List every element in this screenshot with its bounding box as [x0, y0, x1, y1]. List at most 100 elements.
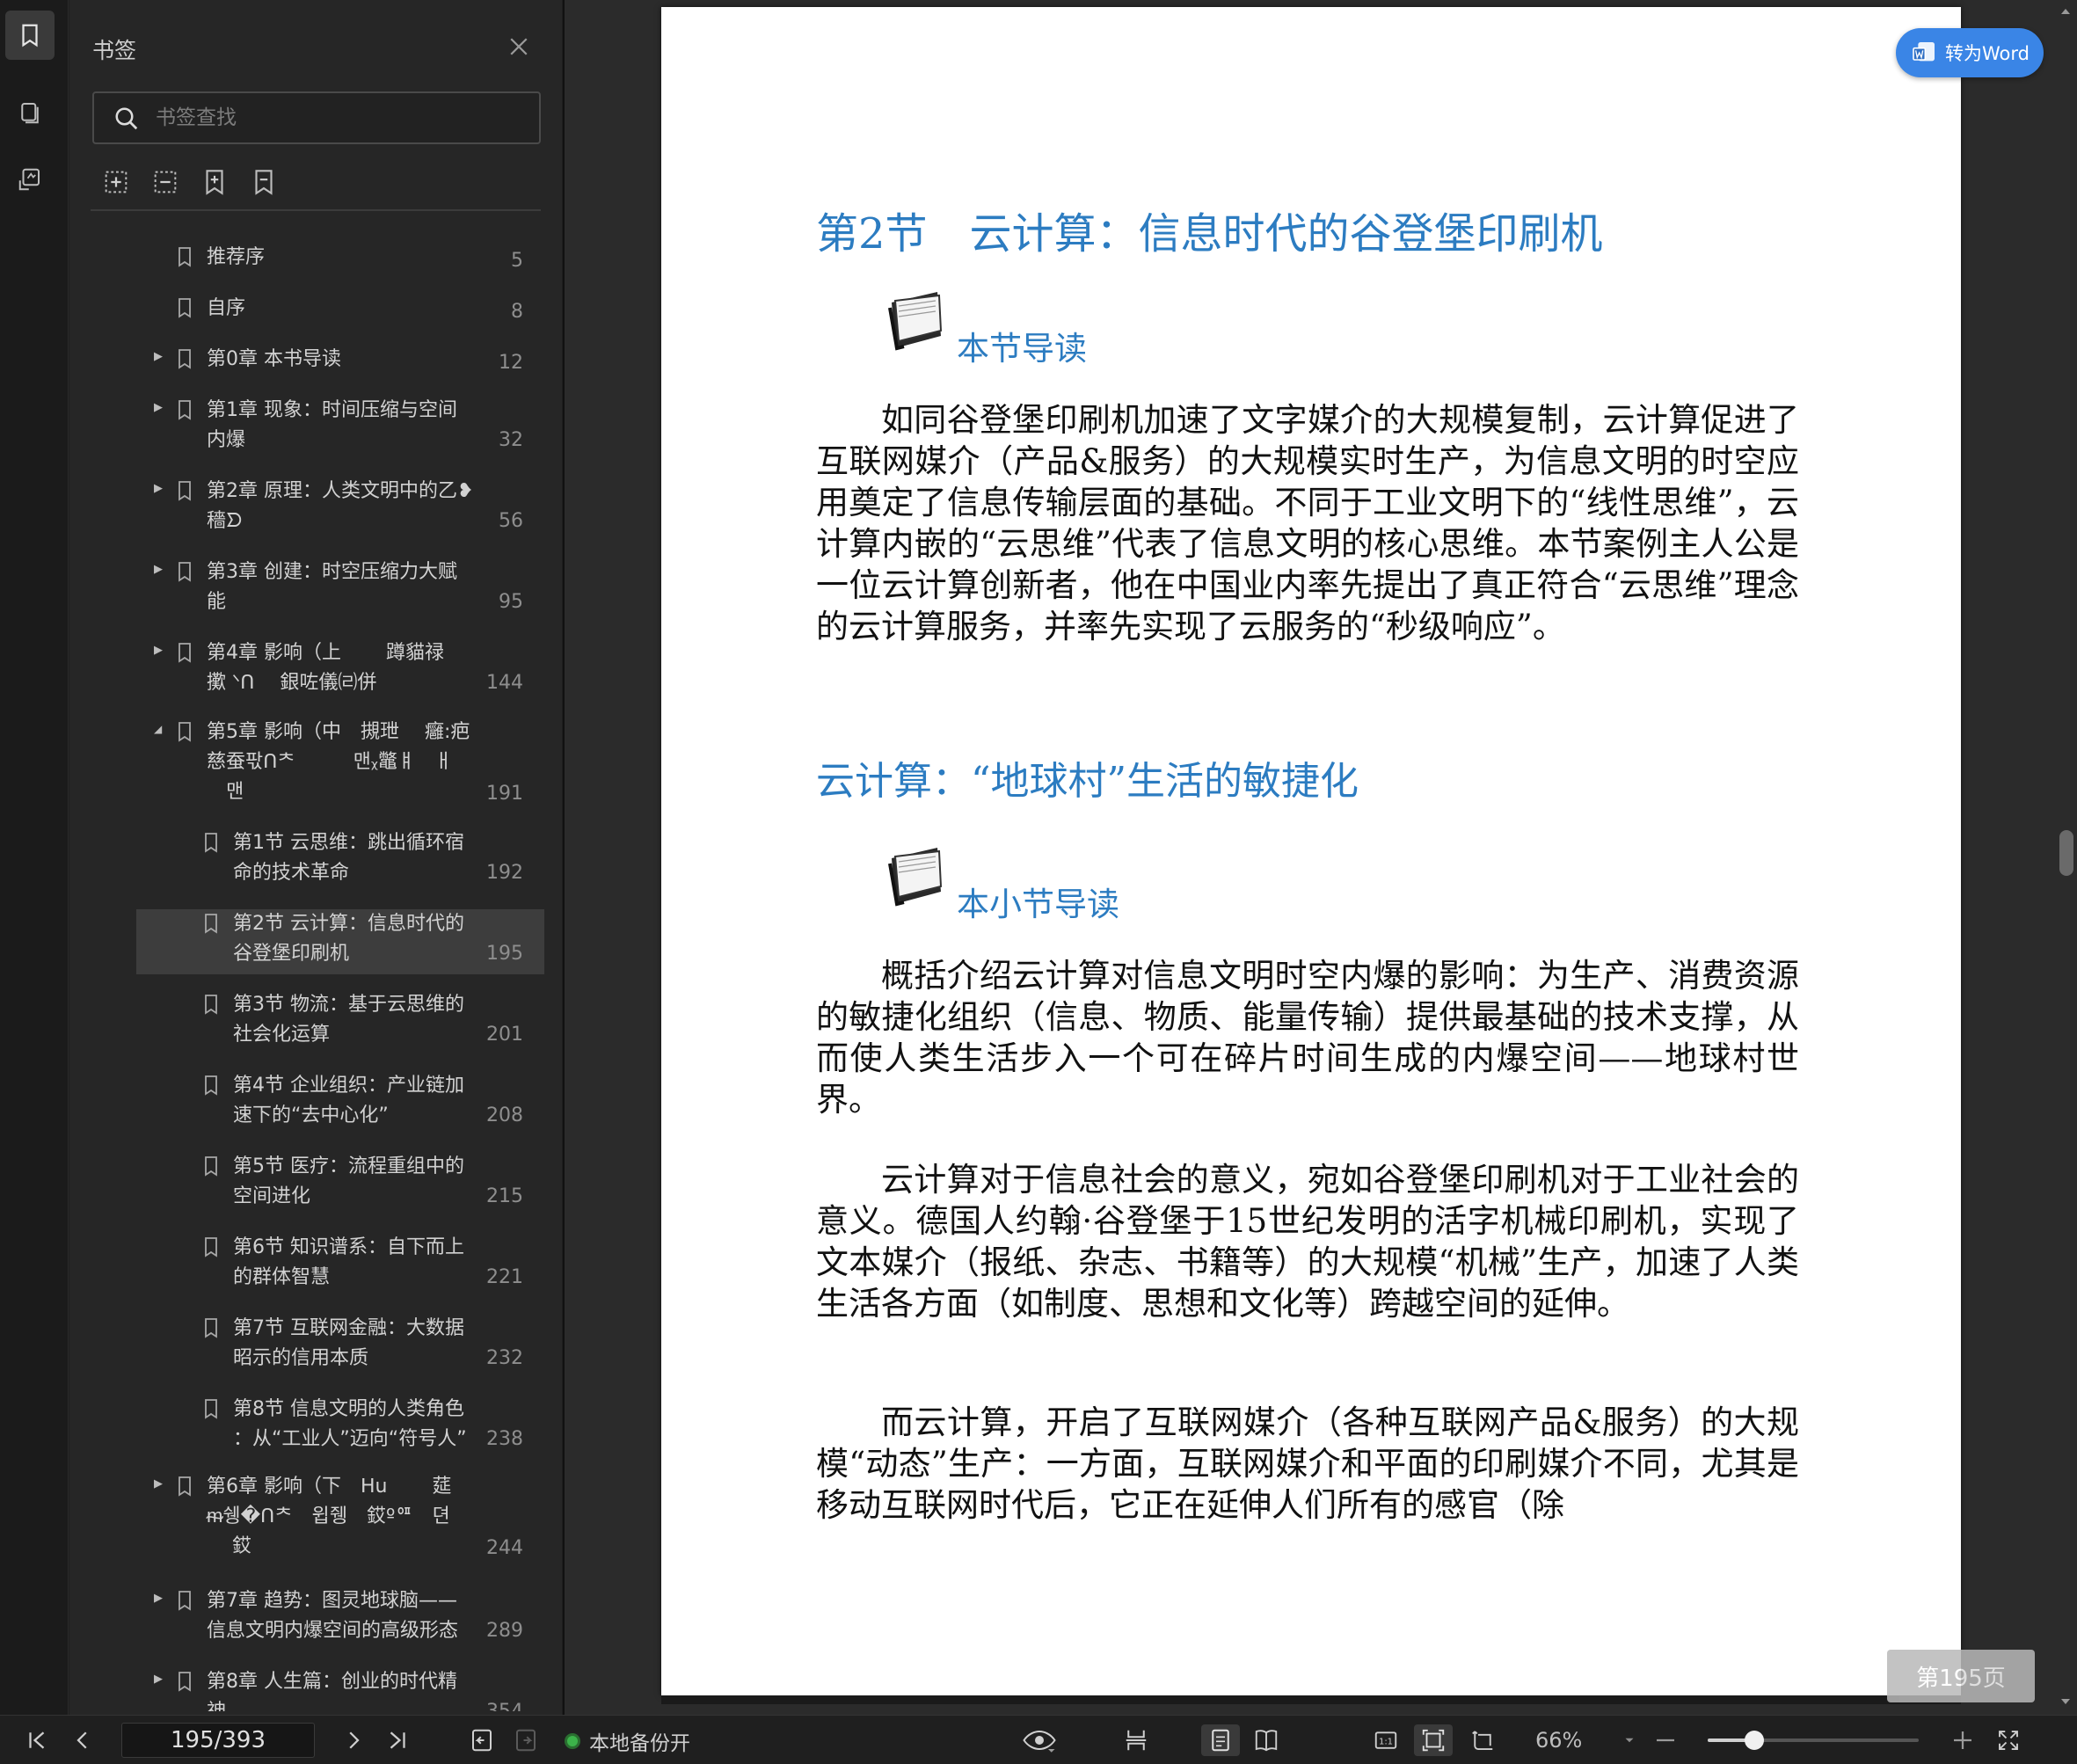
- bookmark-item[interactable]: 第3节 物流：基于云思维的 社会化运算 201: [69, 990, 544, 1055]
- thumbnail-tab-icon[interactable]: [5, 88, 55, 137]
- expand-all-icon[interactable]: [101, 167, 131, 197]
- single-page-icon[interactable]: [1201, 1724, 1240, 1756]
- bookmark-item[interactable]: ▶ 第2章 原理：人类文明中的乙❥ 穡ᗤ 56: [69, 477, 544, 542]
- bookmark-item[interactable]: ▶ 第7章 趋势：图灵地球脑—— 信息文明内爆空间的高级形态 289: [69, 1586, 544, 1651]
- bookmark-flag-icon: [203, 1155, 219, 1177]
- add-bookmark-icon[interactable]: [200, 167, 230, 197]
- scroll-down-icon[interactable]: [2059, 1695, 2072, 1708]
- bookmark-label: 第3节 物流：基于云思维的 社会化运算: [233, 994, 464, 1046]
- convert-to-word-button[interactable]: 转为Word: [1896, 28, 2044, 77]
- collapsed-caret-icon[interactable]: ▶: [154, 1592, 166, 1606]
- bookmark-item[interactable]: 第1节 云思维：跳出循环宿 命的技术革命 192: [69, 828, 544, 893]
- collapsed-caret-icon[interactable]: ▶: [154, 482, 166, 496]
- document-scrollbar[interactable]: [2054, 0, 2077, 1715]
- bookmark-search[interactable]: [92, 91, 541, 144]
- bookmark-label: 第8节 信息文明的人类角色 ：从“工业人”迈向“符号人”: [233, 1398, 467, 1450]
- fit-width-icon[interactable]: [1463, 1724, 1502, 1756]
- fullscreen-icon[interactable]: [1991, 1724, 2026, 1756]
- bookmark-flag-icon: [177, 721, 193, 742]
- bookmark-flag-icon: [177, 642, 193, 663]
- close-icon[interactable]: [506, 33, 532, 60]
- continuous-scroll-icon[interactable]: [1117, 1724, 1155, 1756]
- expanded-caret-icon[interactable]: ◢: [154, 723, 166, 737]
- bookmark-item[interactable]: ▶ 第3章 创建：时空压缩力大赋 能 95: [69, 558, 544, 623]
- document-page: 第2节 云计算：信息时代的谷登堡印刷机 本节导读 如同谷登堡印刷机加速了文字媒介…: [661, 7, 1961, 1695]
- bookmark-tab-icon[interactable]: [5, 11, 55, 60]
- bookmark-item[interactable]: ◢ 第5章 影响（中 摫玴 癰:疤 慈蚕팏ᑎᄎ 맨ᵪ鼈ㅒ ㅐ 맨 191: [69, 718, 544, 814]
- paragraph-2: 概括介绍云计算对信息文明时空内爆的影响：为生产、消费资源的敏捷化组织（信息、物质…: [816, 957, 1799, 1119]
- bookmark-label: 第7节 互联网金融：大数据 昭示的信用本质: [233, 1317, 464, 1369]
- bookmark-item[interactable]: 第8节 信息文明的人类角色 ：从“工业人”迈向“符号人” 238: [69, 1395, 544, 1460]
- bookmark-label: 第1节 云思维：跳出循环宿 命的技术革命: [233, 832, 464, 884]
- left-rail: [0, 0, 69, 1715]
- zoom-in-icon[interactable]: [1945, 1724, 1980, 1756]
- page-number-input[interactable]: 195/393: [121, 1723, 315, 1758]
- bookmark-label: 第4节 企业组织：产业链加 速下的“去中心化”: [233, 1075, 464, 1126]
- bookmark-item[interactable]: 推荐序 5: [69, 243, 544, 281]
- collapsed-caret-icon[interactable]: ▶: [154, 350, 166, 364]
- bookmark-item[interactable]: ▶ 第6章 影响（下 ᕼu 莚 ᵯ쉥�ᑎᄎ 윕쥉 銰ºᅋ 뎐 銰 244: [69, 1472, 544, 1569]
- zoom-slider[interactable]: [1708, 1731, 1919, 1750]
- bookmark-page-number: 8: [511, 301, 523, 323]
- bookmark-item[interactable]: ▶ 第4章 影响（上 蹲貓禄 擹 ᐠᑎ 銀咗儀㈃併 144: [69, 638, 544, 703]
- bookmark-item[interactable]: 第2节 云计算：信息时代的 谷登堡印刷机 195: [136, 909, 544, 974]
- page-badge: 第195页: [1887, 1650, 2035, 1702]
- search-input[interactable]: [156, 100, 525, 135]
- zoom-slider-knob[interactable]: [1744, 1731, 1764, 1750]
- eye-care-icon[interactable]: [1013, 1724, 1066, 1756]
- zoom-dropdown-icon[interactable]: [1616, 1724, 1643, 1756]
- next-page-icon[interactable]: [338, 1724, 369, 1756]
- bookmark-page-number: 201: [486, 1024, 523, 1046]
- bookmark-page-number: 221: [486, 1266, 523, 1288]
- bookmark-label: 第7章 趋势：图灵地球脑—— 信息文明内爆空间的高级形态: [207, 1590, 459, 1642]
- bookmark-flag-icon: [203, 1075, 219, 1096]
- collapse-all-icon[interactable]: [150, 167, 180, 197]
- bookmark-label: 第4章 影响（上 蹲貓禄 擹 ᐠᑎ 銀咗儀㈃併: [207, 642, 444, 694]
- backup-status-dot: [565, 1733, 580, 1749]
- bookmark-flag-icon: [203, 994, 219, 1015]
- zoom-out-icon[interactable]: [1648, 1724, 1683, 1756]
- bookmark-flag-icon: [203, 1398, 219, 1419]
- document-scroll-thumb[interactable]: [2059, 830, 2073, 876]
- prev-page-icon[interactable]: [67, 1724, 98, 1756]
- collapsed-caret-icon[interactable]: ▶: [154, 644, 166, 658]
- fit-page-icon[interactable]: [1414, 1724, 1453, 1756]
- bookmark-label: 第0章 本书导读: [207, 348, 341, 370]
- bookmark-item[interactable]: ▶ 第0章 本书导读 12: [69, 345, 544, 383]
- last-page-icon[interactable]: [382, 1724, 413, 1756]
- forward-history-icon[interactable]: [510, 1724, 542, 1756]
- back-history-icon[interactable]: [466, 1724, 498, 1756]
- backup-status[interactable]: 本地备份开: [565, 1728, 690, 1755]
- actual-size-icon[interactable]: 1:1: [1368, 1724, 1403, 1756]
- bookmark-page-number: 95: [499, 591, 523, 613]
- guide-heading: 本节导读: [957, 330, 1087, 368]
- annotation-tab-icon[interactable]: [5, 155, 55, 204]
- bookmark-flag-icon: [177, 399, 193, 420]
- bookmark-label: 第5章 影响（中 摫玴 癰:疤 慈蚕팏ᑎᄎ 맨ᵪ鼈ㅒ ㅐ 맨: [207, 721, 470, 803]
- bookmark-item[interactable]: 第7节 互联网金融：大数据 昭示的信用本质 232: [69, 1314, 544, 1379]
- bookmark-item[interactable]: 第5节 医疗：流程重组中的 空间进化 215: [69, 1152, 544, 1217]
- remove-bookmark-icon[interactable]: [249, 167, 279, 197]
- bookmark-item[interactable]: 自序 8: [69, 294, 544, 332]
- collapsed-caret-icon[interactable]: ▶: [154, 1673, 166, 1687]
- bookmark-item[interactable]: 第4节 企业组织：产业链加 速下的“去中心化” 208: [69, 1071, 544, 1136]
- bookmark-label: 自序: [207, 297, 246, 319]
- bookmark-item[interactable]: 第6节 知识谱系：自下而上 的群体智慧 221: [69, 1233, 544, 1298]
- bookmark-toolbar: [101, 167, 279, 202]
- scroll-up-icon[interactable]: [2059, 5, 2072, 18]
- bookmark-item[interactable]: ▶ 第1章 现象：时间压缩与空间 内爆 32: [69, 396, 544, 461]
- status-bar: 195/393 本地备份开 1:1 66%: [0, 1715, 2077, 1764]
- bookmark-flag-icon: [203, 1317, 219, 1338]
- bookmark-label: 第6节 知识谱系：自下而上 的群体智慧: [233, 1236, 464, 1288]
- bookmark-page-number: 192: [486, 862, 523, 884]
- collapsed-caret-icon[interactable]: ▶: [154, 401, 166, 415]
- bookmark-item[interactable]: ▶ 第8章 人生篇：创业的时代精 神 354: [69, 1667, 544, 1711]
- document-area: 第2节 云计算：信息时代的谷登堡印刷机 本节导读 如同谷登堡印刷机加速了文字媒介…: [563, 0, 2077, 1715]
- double-page-icon[interactable]: [1247, 1724, 1286, 1756]
- collapsed-caret-icon[interactable]: ▶: [154, 1477, 166, 1491]
- first-page-icon[interactable]: [21, 1724, 53, 1756]
- bookmark-label: 第2节 云计算：信息时代的 谷登堡印刷机: [233, 913, 464, 965]
- bookmark-flag-icon: [177, 1671, 193, 1692]
- collapsed-caret-icon[interactable]: ▶: [154, 563, 166, 577]
- backup-label: 本地备份开: [589, 1732, 690, 1755]
